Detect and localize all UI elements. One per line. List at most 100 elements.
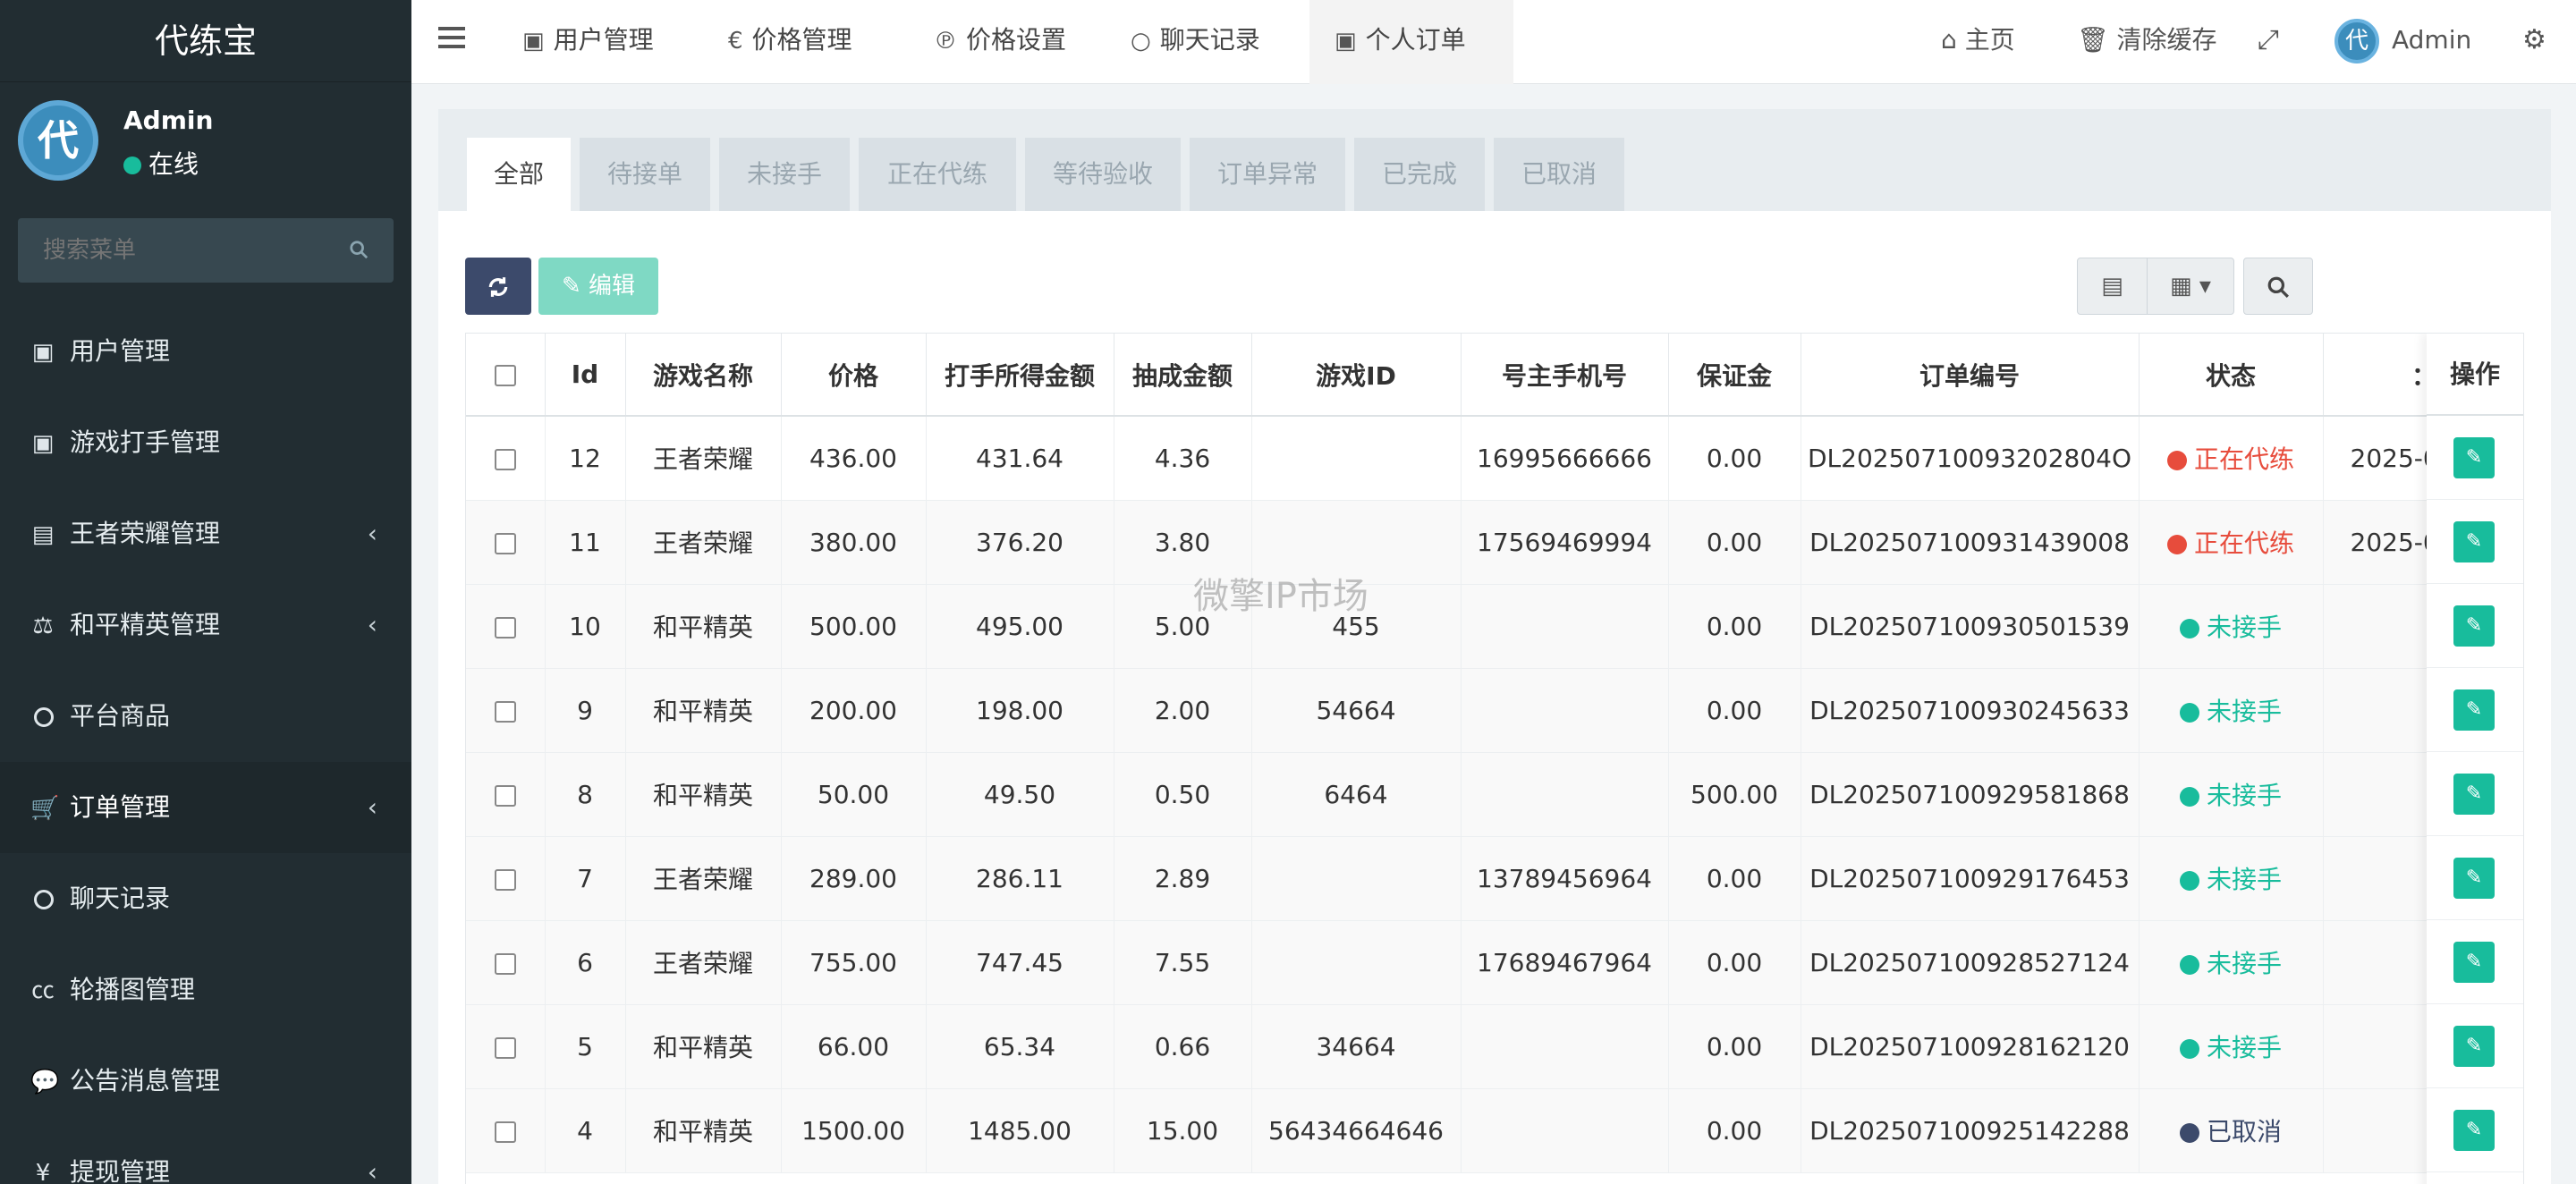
cell-order-no: DL202507100931439008 — [1801, 500, 2140, 585]
status-tab[interactable]: 订单异常 — [1190, 138, 1345, 211]
sidebar-item[interactable]: ▣ 用户管理 — [0, 306, 411, 397]
column-header[interactable]: 打手所得金额 — [926, 334, 1114, 417]
nav-tab[interactable]: ▣ 个人订单 — [1309, 0, 1513, 84]
sidebar-item[interactable]: ⚖ 和平精英管理 ‹ — [0, 579, 411, 671]
cell-game: 和平精英 — [625, 752, 782, 837]
scale-icon: ⚖ — [32, 613, 54, 639]
cell-commission: 7.55 — [1114, 920, 1252, 1005]
cell-game: 和平精英 — [625, 668, 782, 753]
nav-tab-label: 价格设置 — [966, 25, 1067, 55]
sidebar-item-label: 公告消息管理 — [70, 1066, 221, 1095]
status-tab[interactable]: 未接手 — [719, 138, 850, 211]
column-header[interactable]: 号主手机号 — [1461, 334, 1669, 417]
status-tab[interactable]: 已完成 — [1354, 138, 1485, 211]
edit-button[interactable]: ✎ 编辑 — [538, 258, 658, 315]
clear-cache-link[interactable]: 🗑 清除缓存 — [2077, 0, 2216, 84]
row-edit-button[interactable]: ✎ — [2453, 774, 2495, 815]
row-edit-button[interactable]: ✎ — [2453, 689, 2495, 731]
row-edit-button[interactable]: ✎ — [2453, 858, 2495, 899]
cell-price: 436.00 — [781, 416, 927, 501]
row-select-cell — [466, 1088, 546, 1173]
cell-deposit: 0.00 — [1668, 1088, 1801, 1173]
status-tab[interactable]: 全部 — [467, 138, 571, 211]
row-checkbox[interactable] — [494, 700, 516, 723]
home-link[interactable]: ⌂ 主页 — [1941, 0, 2015, 84]
column-header[interactable]: 订单编号 — [1801, 334, 2140, 417]
menu-toggle-icon[interactable] — [438, 27, 465, 54]
cell-deposit: 0.00 — [1668, 920, 1801, 1005]
row-edit-button[interactable]: ✎ — [2453, 1026, 2495, 1067]
cell-deposit: 0.00 — [1668, 500, 1801, 585]
status-badge: 正在代练 — [2139, 416, 2324, 501]
search-toggle-button[interactable] — [2243, 258, 2313, 315]
row-edit-button[interactable]: ✎ — [2453, 521, 2495, 562]
cell-price: 1500.00 — [781, 1088, 927, 1173]
select-all-checkbox[interactable] — [494, 365, 516, 386]
status-badge: 未接手 — [2139, 1004, 2324, 1089]
home-icon: ⌂ — [1941, 25, 1957, 55]
status-tab[interactable]: 正在代练 — [859, 138, 1016, 211]
op-cell: ✎ — [2427, 584, 2523, 668]
sidebar-item[interactable]: 🛒 订单管理 ‹ — [0, 762, 411, 853]
cell-phone — [1461, 1004, 1669, 1089]
row-select-cell — [466, 416, 546, 501]
op-cell: ✎ — [2427, 668, 2523, 752]
sidebar-item[interactable]: 💬 公告消息管理 — [0, 1036, 411, 1127]
row-edit-button[interactable]: ✎ — [2453, 1110, 2495, 1151]
sidebar-item[interactable]: ¥ 提现管理 ‹ — [0, 1127, 411, 1184]
user-card-icon: ▣ — [1335, 28, 1357, 55]
search-input[interactable] — [18, 218, 394, 283]
id-card-icon: ▤ — [31, 521, 55, 548]
status-dot-icon — [2179, 703, 2199, 723]
sidebar-item[interactable]: 平台商品 — [0, 671, 411, 762]
nav-tab[interactable]: ▣ 用户管理 — [497, 0, 703, 84]
column-header[interactable]: 游戏名称 — [625, 334, 782, 417]
sidebar-item[interactable]: 聊天记录 — [0, 853, 411, 944]
nav-tab[interactable]: € 价格管理 — [703, 0, 909, 84]
sidebar-item[interactable]: ㏄轮播图管理 — [0, 944, 411, 1036]
nav-tab[interactable]: ℗ 价格设置 — [909, 0, 1106, 84]
status-tab[interactable]: 等待验收 — [1025, 138, 1181, 211]
row-checkbox[interactable] — [494, 448, 516, 470]
cell-phone — [1461, 1088, 1669, 1173]
row-checkbox[interactable] — [494, 868, 516, 891]
column-header[interactable]: 游戏ID — [1251, 334, 1462, 417]
row-checkbox[interactable] — [494, 616, 516, 639]
row-edit-button[interactable]: ✎ — [2453, 605, 2495, 647]
refresh-button[interactable] — [465, 258, 531, 315]
column-header[interactable]: 保证金 — [1668, 334, 1801, 417]
nav-tab-label: 用户管理 — [553, 25, 654, 55]
row-checkbox[interactable] — [494, 1121, 516, 1143]
app-title[interactable]: 代练宝 — [0, 0, 411, 82]
chevron-left-icon: ‹ — [367, 610, 377, 639]
row-edit-button[interactable]: ✎ — [2453, 942, 2495, 983]
status-tab[interactable]: 已取消 — [1494, 138, 1624, 211]
fullscreen-icon[interactable]: ⤢ — [2258, 0, 2279, 84]
column-header[interactable]: 抽成金额 — [1114, 334, 1252, 417]
row-checkbox[interactable] — [494, 952, 516, 975]
view-toggle-group: ▤ ▦ ▾ — [2077, 258, 2234, 315]
status-tab[interactable]: 待接单 — [580, 138, 710, 211]
cell-phone — [1461, 584, 1669, 669]
orders-table: Id 游戏名称 价格 打手所得金额 抽成金额 游戏ID 号主手机号 保证金 订单编号 状态： 12… — [466, 334, 2523, 1173]
nav-tab[interactable]: ○ 聊天记录 — [1106, 0, 1309, 84]
cell-earn: 1485.00 — [926, 1088, 1114, 1173]
columns-grid-icon[interactable]: ▦ ▾ — [2148, 258, 2233, 314]
column-header[interactable]: Id — [545, 334, 626, 417]
table-view-icon[interactable]: ▤ — [2078, 258, 2148, 314]
clear-cache-label: 清除缓存 — [2116, 25, 2217, 55]
sidebar-item[interactable]: ▤ 王者荣耀管理 ‹ — [0, 488, 411, 579]
row-checkbox[interactable] — [494, 1036, 516, 1059]
table-body: 12 王者荣耀 436.00 431.64 4.36 16995666666 0.00 DL2… — [466, 416, 2523, 1173]
settings-gear-icon[interactable]: ⚙ — [2522, 0, 2546, 84]
row-checkbox[interactable] — [494, 784, 516, 807]
sidebar-item[interactable]: ▣ 游戏打手管理 — [0, 397, 411, 488]
status-badge: 未接手 — [2139, 752, 2324, 837]
row-checkbox[interactable] — [494, 532, 516, 554]
column-header[interactable]: 价格 — [781, 334, 927, 417]
user-menu[interactable]: 代 Admin — [2334, 0, 2471, 84]
column-header[interactable]: 状态 — [2139, 334, 2324, 417]
euro-icon: € — [728, 28, 743, 55]
search-icon[interactable] — [349, 240, 369, 259]
row-edit-button[interactable]: ✎ — [2453, 437, 2495, 478]
